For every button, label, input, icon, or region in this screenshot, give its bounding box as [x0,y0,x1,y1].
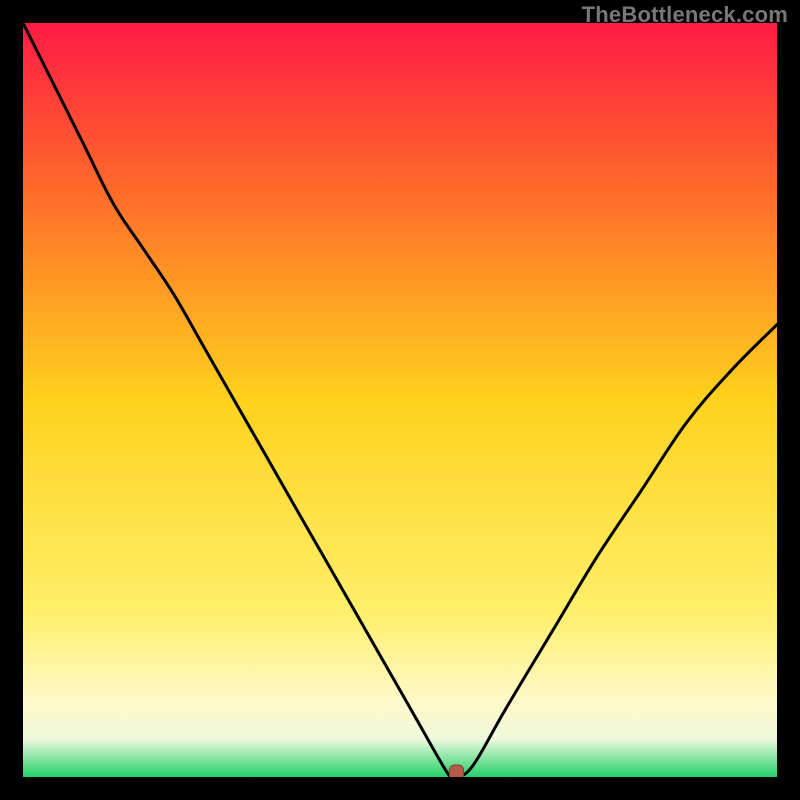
optimum-marker [450,765,464,777]
plot-svg [23,23,777,777]
bottleneck-plot [23,23,777,777]
chart-frame: TheBottleneck.com [0,0,800,800]
gradient-background [23,23,777,777]
